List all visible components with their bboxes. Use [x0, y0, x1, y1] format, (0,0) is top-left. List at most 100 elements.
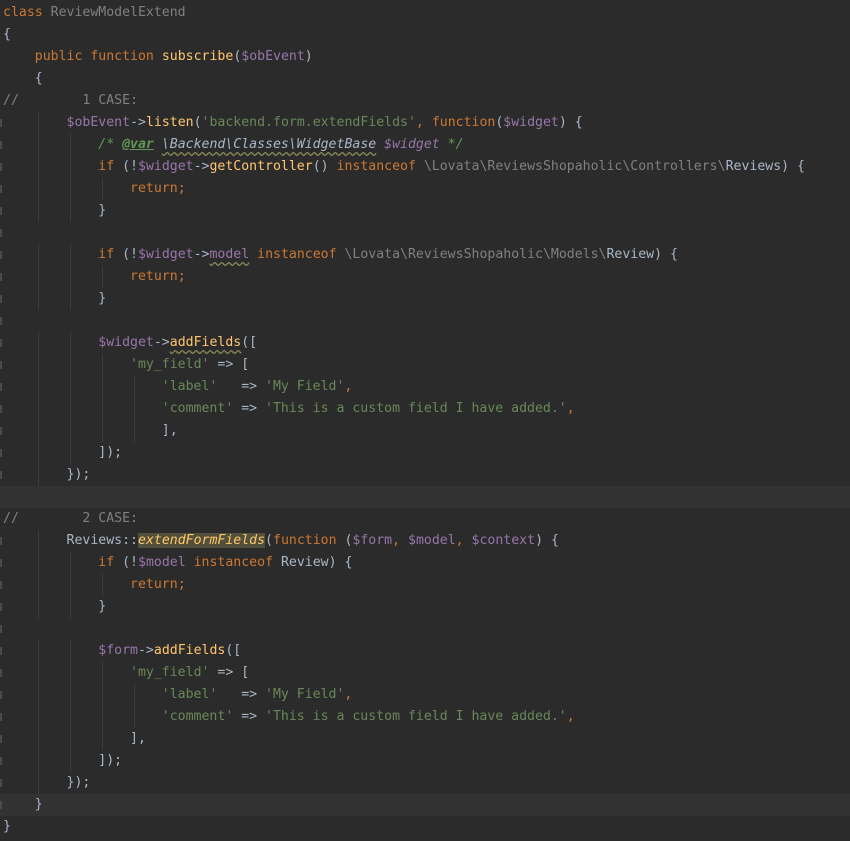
code-token: if — [98, 555, 115, 570]
code-token: $widget — [138, 247, 194, 262]
code-token: extendFormFields — [138, 533, 266, 548]
code-line[interactable]: $widget->addFields([ — [0, 332, 850, 354]
code-line[interactable]: if (!$model instanceof Review) { — [0, 552, 850, 574]
code-line[interactable]: $obEvent->listen('backend.form.extendFie… — [0, 112, 850, 134]
gutter-marker — [0, 713, 2, 721]
code-line[interactable]: Reviews::extendFormFields(function ($for… — [0, 530, 850, 552]
code-token: model — [209, 247, 250, 262]
code-token: , — [566, 709, 575, 724]
gutter-marker — [0, 273, 2, 281]
code-token: }); — [66, 467, 91, 482]
code-token: , — [344, 379, 353, 394]
code-line[interactable]: ], — [0, 728, 850, 750]
code-token: 'My Field' — [265, 379, 345, 394]
code-token: -> — [193, 247, 210, 262]
code-line[interactable]: }); — [0, 772, 850, 794]
code-line[interactable]: ], — [0, 420, 850, 442]
code-token: $model — [138, 555, 186, 570]
code-token: (! — [114, 555, 138, 570]
code-line[interactable] — [0, 222, 850, 244]
code-token: } — [3, 819, 11, 834]
code-line[interactable]: if (!$widget->model instanceof \Lovata\R… — [0, 244, 850, 266]
gutter-marker — [0, 229, 2, 237]
code-token: $widget — [98, 335, 154, 350]
code-token: -> — [130, 115, 146, 130]
code-token: */ — [439, 137, 464, 152]
code-line[interactable]: ]); — [0, 442, 850, 464]
code-line[interactable]: } — [0, 596, 850, 618]
code-line[interactable]: return; — [0, 266, 850, 288]
code-text: $obEvent->listen('backend.form.extendFie… — [3, 112, 583, 134]
code-token: 'label' — [161, 687, 218, 702]
code-token: ) { — [781, 159, 805, 174]
code-line[interactable]: return; — [0, 178, 850, 200]
code-line[interactable]: 'my_field' => [ — [0, 354, 850, 376]
code-line[interactable]: ]); — [0, 750, 850, 772]
code-token: -> — [137, 643, 154, 658]
code-token: ; — [177, 269, 186, 284]
code-text: } — [3, 200, 106, 222]
code-token: $form — [352, 533, 393, 548]
code-token: function — [431, 115, 496, 130]
code-token: ( — [193, 115, 202, 130]
code-text: 'comment' => 'This is a custom field I h… — [3, 398, 575, 420]
code-token: 'my_field' — [130, 357, 210, 372]
code-line[interactable]: class ReviewModelExtend — [0, 2, 850, 24]
code-line[interactable]: 'label' => 'My Field', — [0, 376, 850, 398]
code-text: if (!$widget->getController() instanceof… — [3, 156, 805, 178]
code-line[interactable]: }); — [0, 464, 850, 486]
code-text: } — [3, 794, 43, 816]
code-line[interactable]: /* @var \Backend\Classes\WidgetBase $wid… — [0, 134, 850, 156]
code-token: Reviews — [725, 159, 782, 174]
code-line[interactable] — [0, 618, 850, 640]
code-text: $form->addFields([ — [3, 640, 241, 662]
code-text: // 1 CASE: — [3, 90, 138, 112]
code-text: ], — [3, 728, 146, 750]
code-text: 'comment' => 'This is a custom field I h… — [3, 706, 575, 728]
code-token: 'comment' — [161, 709, 234, 724]
code-token: Review — [606, 247, 655, 262]
code-line[interactable]: 'comment' => 'This is a custom field I h… — [0, 398, 850, 420]
code-line[interactable]: 'comment' => 'This is a custom field I h… — [0, 706, 850, 728]
code-token: return — [130, 269, 178, 284]
code-text: return; — [3, 178, 186, 200]
code-line[interactable]: } — [0, 200, 850, 222]
code-line[interactable]: $form->addFields([ — [0, 640, 850, 662]
code-token: addFields — [169, 335, 242, 350]
code-line[interactable]: return; — [0, 574, 850, 596]
code-token: \Backend\Classes\WidgetBase — [161, 137, 377, 152]
gutter-marker — [0, 647, 2, 655]
code-line[interactable]: { — [0, 24, 850, 46]
code-token: instanceof — [193, 555, 273, 570]
code-line[interactable]: 'my_field' => [ — [0, 662, 850, 684]
code-line[interactable]: public function subscribe($obEvent) — [0, 46, 850, 68]
code-token: => — [233, 709, 266, 724]
code-line[interactable]: // 2 CASE: — [0, 508, 850, 530]
code-line[interactable]: } — [0, 288, 850, 310]
code-line[interactable]: if (!$widget->getController() instanceof… — [0, 156, 850, 178]
code-token: subscribe — [161, 49, 234, 64]
code-editor[interactable]: class ReviewModelExtend { public function… — [0, 0, 850, 841]
code-line[interactable] — [0, 310, 850, 332]
code-line[interactable]: } — [0, 816, 850, 838]
code-line[interactable] — [0, 486, 850, 508]
code-text: Reviews::extendFormFields(function ($for… — [3, 530, 559, 552]
code-line[interactable]: } — [0, 794, 850, 816]
code-token: if — [98, 159, 115, 174]
code-line[interactable]: // 1 CASE: — [0, 90, 850, 112]
code-line[interactable]: { — [0, 68, 850, 90]
code-line[interactable]: 'label' => 'My Field', — [0, 684, 850, 706]
code-token: $obEvent — [66, 115, 131, 130]
code-text: 'my_field' => [ — [3, 354, 249, 376]
